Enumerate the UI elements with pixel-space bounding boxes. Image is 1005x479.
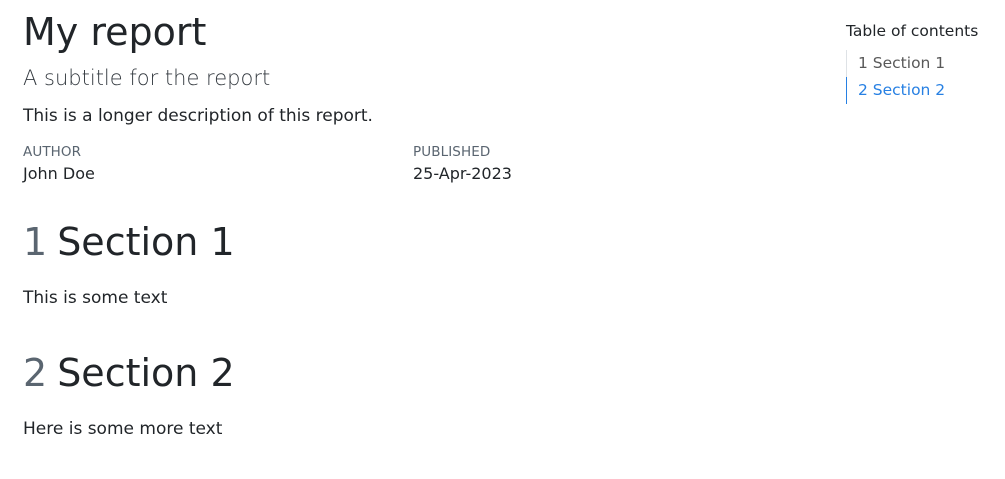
section-2-number: 2 <box>23 351 48 395</box>
meta-author-heading: AUTHOR <box>23 144 82 160</box>
section-1-text: This is some text <box>23 288 168 308</box>
toc-list: 1 Section 1 2 Section 2 <box>846 50 996 104</box>
section-1-number: 1 <box>23 220 48 264</box>
section-1-heading: 1 Section 1 <box>23 223 803 261</box>
toc-link-section-2[interactable]: 2 Section 2 <box>846 77 996 104</box>
meta-published-value: 25-Apr-2023 <box>413 164 512 183</box>
report-page: My report A subtitle for the report This… <box>0 0 1005 479</box>
meta-author-value: John Doe <box>23 164 95 183</box>
report-description: This is a longer description of this rep… <box>23 106 373 126</box>
section-2-title: Section 2 <box>57 351 235 395</box>
section-2-text: Here is some more text <box>23 419 223 439</box>
report-main: My report A subtitle for the report This… <box>23 0 803 439</box>
meta-published-heading: PUBLISHED <box>413 144 491 160</box>
report-meta: AUTHOR John Doe PUBLISHED 25-Apr-2023 <box>23 144 803 183</box>
report-subtitle: A subtitle for the report <box>23 66 271 90</box>
toc-title: Table of contents <box>846 22 979 40</box>
meta-published: PUBLISHED 25-Apr-2023 <box>413 144 803 183</box>
meta-author: AUTHOR John Doe <box>23 144 413 183</box>
section-1-title: Section 1 <box>57 220 235 264</box>
section-2-heading: 2 Section 2 <box>23 354 803 392</box>
table-of-contents: Table of contents 1 Section 1 2 Section … <box>846 22 996 104</box>
toc-link-section-1[interactable]: 1 Section 1 <box>847 50 996 77</box>
report-title: My report <box>23 10 207 54</box>
